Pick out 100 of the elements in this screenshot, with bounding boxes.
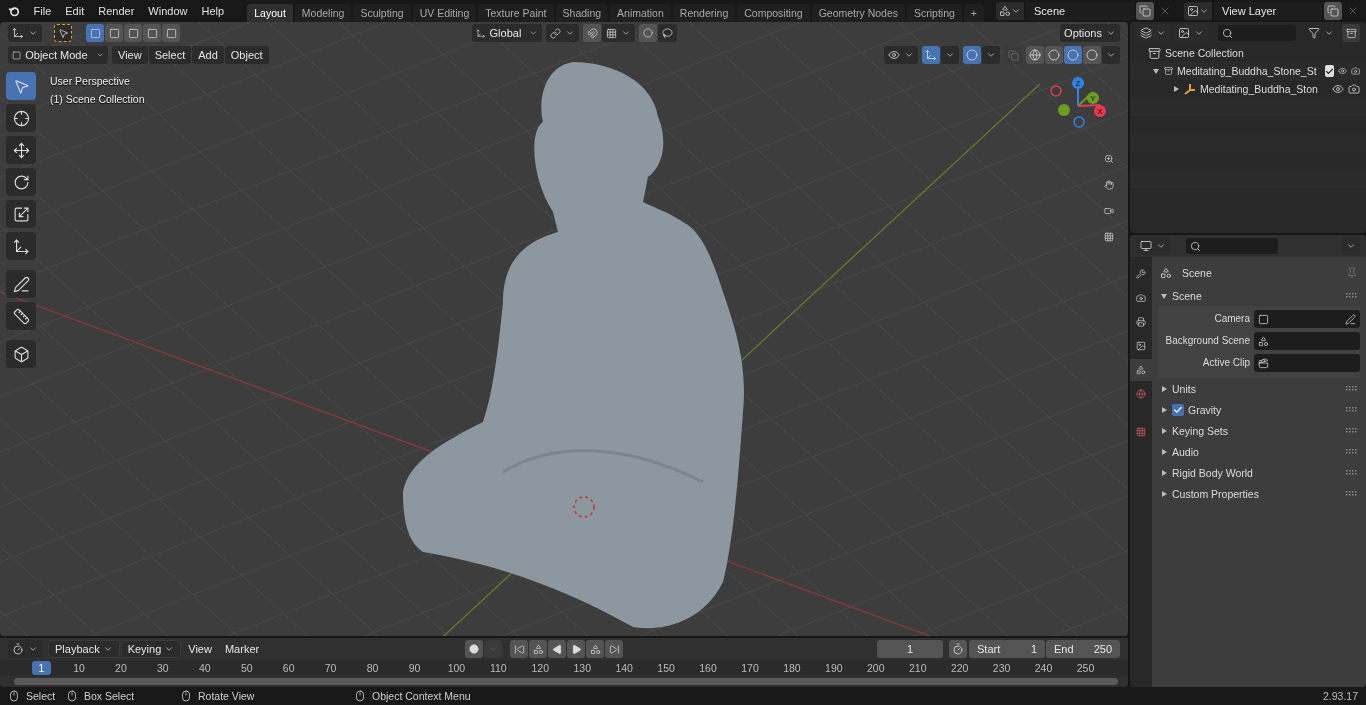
header-menu[interactable]: View xyxy=(112,46,148,64)
editor-type-button[interactable] xyxy=(8,640,42,658)
workspace-tab[interactable]: UV Editing xyxy=(412,4,477,22)
drag-grip-icon[interactable] xyxy=(1346,490,1358,497)
prev-keyframe-button[interactable] xyxy=(529,640,547,658)
collapsed-arrow-icon[interactable] xyxy=(1160,489,1168,498)
shading-mode-button[interactable] xyxy=(1045,46,1063,64)
shading-mode-button[interactable] xyxy=(1064,46,1082,64)
panel-title[interactable]: Scene xyxy=(1172,289,1202,302)
scrollbar[interactable] xyxy=(14,678,1118,685)
tool-button[interactable] xyxy=(6,104,36,132)
tool-button[interactable] xyxy=(6,232,36,260)
view-layer-type-button[interactable] xyxy=(1184,2,1212,20)
workspace-tab[interactable]: Modeling xyxy=(294,4,352,22)
overlay-toggle[interactable] xyxy=(963,46,981,64)
search-field[interactable] xyxy=(1186,238,1278,254)
menu-item[interactable]: File xyxy=(27,0,58,22)
workspace-tab[interactable]: Rendering xyxy=(672,4,736,22)
header-menu[interactable]: Select xyxy=(148,46,192,64)
value-field[interactable] xyxy=(1254,354,1360,372)
panel-title[interactable]: Units xyxy=(1172,382,1196,395)
menu-item[interactable]: Help xyxy=(195,0,231,22)
drag-grip-icon[interactable] xyxy=(1346,292,1358,299)
shading-mode-button[interactable] xyxy=(1083,46,1101,64)
search-field[interactable] xyxy=(1218,25,1296,41)
collapsed-arrow-icon[interactable] xyxy=(1160,426,1168,435)
workspace-tab[interactable]: Scripting xyxy=(907,4,962,22)
collapsed-arrow-icon[interactable] xyxy=(1160,447,1168,456)
collapsed-arrow-icon[interactable] xyxy=(1160,468,1168,477)
end-frame-field[interactable]: End 250 xyxy=(1046,640,1120,658)
snap-button[interactable] xyxy=(583,24,601,42)
value-field[interactable] xyxy=(1254,332,1360,350)
drag-grip-icon[interactable] xyxy=(1346,469,1358,476)
select-mode-button[interactable] xyxy=(143,24,161,42)
tool-button[interactable] xyxy=(54,24,72,42)
editor-type-button[interactable] xyxy=(8,24,42,42)
select-mode-button[interactable] xyxy=(124,24,142,42)
scene-field[interactable]: Scene xyxy=(1026,2,1134,20)
playhead[interactable]: 1 xyxy=(32,661,51,675)
options-dropdown[interactable]: Options xyxy=(1060,24,1120,42)
panel-title[interactable]: Audio xyxy=(1172,445,1199,458)
workspace-tab[interactable]: Geometry Nodes xyxy=(811,4,905,22)
tool-button[interactable] xyxy=(6,136,36,164)
pivot-dropdown[interactable] xyxy=(546,24,579,42)
outliner-item[interactable]: Meditating_Buddha_Ston xyxy=(1200,83,1318,95)
tool-button[interactable] xyxy=(6,168,36,196)
view-layer-field[interactable]: View Layer xyxy=(1214,2,1322,20)
gizmo-toggle[interactable] xyxy=(922,46,940,64)
workspace-tab[interactable]: Shading xyxy=(555,4,609,22)
shading-mode-button[interactable] xyxy=(1026,46,1044,64)
play-button[interactable] xyxy=(567,640,585,658)
panel-title[interactable]: Keying Sets xyxy=(1172,424,1229,437)
panel-title[interactable]: Gravity xyxy=(1188,403,1222,416)
visibility-dropdown[interactable] xyxy=(884,46,918,64)
falloff-dropdown[interactable] xyxy=(658,24,677,42)
workspace-tab[interactable]: Sculpting xyxy=(353,4,411,22)
drag-grip-icon[interactable] xyxy=(1346,406,1358,413)
checkbox[interactable] xyxy=(1172,403,1184,416)
preview-range-button[interactable] xyxy=(949,640,967,658)
menu-item[interactable]: Edit xyxy=(59,0,91,22)
scene-type-button[interactable] xyxy=(996,2,1024,20)
copy-button[interactable] xyxy=(1136,2,1154,20)
current-frame-field[interactable]: 1 xyxy=(877,640,943,658)
checkbox[interactable] xyxy=(1324,65,1334,77)
editor-type-button[interactable] xyxy=(1136,237,1170,255)
menu-item[interactable]: Render xyxy=(92,0,141,22)
timeline-menu[interactable]: Playback xyxy=(48,640,120,658)
mode-dropdown[interactable]: Object Mode xyxy=(8,46,108,64)
properties-tab[interactable] xyxy=(1130,359,1152,381)
workspace-tab[interactable]: Layout xyxy=(247,4,293,22)
collapsed-arrow-icon[interactable] xyxy=(1160,384,1168,393)
workspace-tab[interactable]: Animation xyxy=(610,4,671,22)
tool-button[interactable] xyxy=(6,270,36,298)
select-mode-button[interactable] xyxy=(162,24,180,42)
timeline-menu[interactable]: Marker xyxy=(218,640,266,658)
timeline-menu[interactable]: Keying xyxy=(120,640,182,658)
workspace-tab[interactable]: Texture Paint xyxy=(478,4,554,22)
panel-title[interactable]: Custom Properties xyxy=(1172,487,1259,500)
next-keyframe-button[interactable] xyxy=(586,640,604,658)
collapsed-arrow-icon[interactable] xyxy=(1160,405,1168,414)
header-menu[interactable]: Object xyxy=(224,46,269,64)
outliner-item[interactable]: Scene Collection xyxy=(1165,47,1244,59)
tool-button[interactable] xyxy=(6,200,36,228)
menu-item[interactable]: Window xyxy=(142,0,194,22)
axis-gizmo[interactable]: Y X Z xyxy=(1046,74,1110,138)
tool-button[interactable] xyxy=(6,340,36,368)
new-collection-button[interactable] xyxy=(1342,24,1360,42)
proportional-button[interactable] xyxy=(639,24,657,42)
workspace-tab[interactable]: Compositing xyxy=(737,4,810,22)
expanded-arrow-icon[interactable] xyxy=(1152,67,1160,75)
expanded-arrow-icon[interactable] xyxy=(1160,291,1168,300)
header-menu[interactable]: Add xyxy=(192,46,224,64)
snap-dropdown[interactable] xyxy=(602,24,635,42)
timeline-menu[interactable]: View xyxy=(182,640,218,658)
tool-button[interactable] xyxy=(6,302,36,330)
app-logo-icon[interactable] xyxy=(8,4,20,18)
jump-start-button[interactable] xyxy=(510,640,528,658)
add-workspace-button[interactable]: + xyxy=(963,4,984,22)
orientation-dropdown[interactable]: Global xyxy=(472,24,542,42)
jump-end-button[interactable] xyxy=(605,640,623,658)
